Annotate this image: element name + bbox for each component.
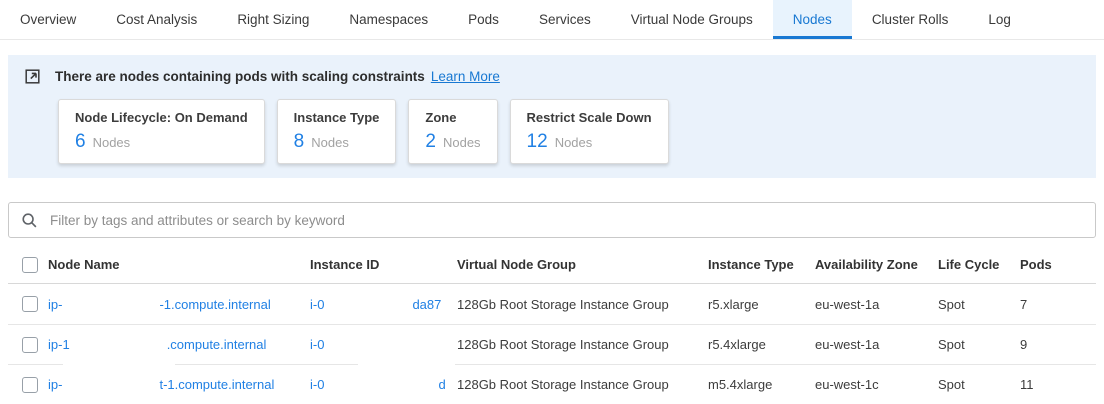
column-header-instance-id[interactable]: Instance ID bbox=[310, 257, 457, 272]
row-checkbox[interactable] bbox=[22, 337, 38, 353]
card-count: 6 bbox=[75, 131, 86, 152]
column-header-availability-zone[interactable]: Availability Zone bbox=[815, 257, 938, 272]
constraint-card-node-lifecycle[interactable]: Node Lifecycle: On Demand 6 Nodes bbox=[58, 99, 265, 164]
column-header-virtual-node-group[interactable]: Virtual Node Group bbox=[457, 257, 708, 272]
node-name-suffix: .compute.internal bbox=[167, 337, 267, 352]
card-unit: Nodes bbox=[93, 132, 131, 153]
column-header-life-cycle[interactable]: Life Cycle bbox=[938, 257, 1020, 272]
node-name-link[interactable]: ip-t-1.compute.internal bbox=[48, 377, 274, 392]
search-icon bbox=[21, 212, 38, 229]
redaction-box bbox=[70, 339, 167, 349]
tab-overview[interactable]: Overview bbox=[0, 0, 96, 39]
constraint-cards: Node Lifecycle: On Demand 6 Nodes Instan… bbox=[58, 99, 1080, 164]
learn-more-link[interactable]: Learn More bbox=[431, 69, 500, 84]
table-header: Node Name Instance ID Virtual Node Group… bbox=[8, 246, 1096, 284]
node-name-prefix: ip- bbox=[48, 377, 62, 392]
instance-id-prefix: i-0 bbox=[310, 297, 324, 312]
card-title: Node Lifecycle: On Demand bbox=[75, 110, 248, 125]
row-checkbox[interactable] bbox=[22, 377, 38, 393]
tab-namespaces[interactable]: Namespaces bbox=[329, 0, 448, 39]
node-name-link[interactable]: ip-1 .compute.internal bbox=[48, 337, 266, 352]
scale-up-icon bbox=[24, 67, 42, 85]
tab-cost-analysis[interactable]: Cost Analysis bbox=[96, 0, 217, 39]
filter-bar bbox=[8, 202, 1096, 238]
instance-id-prefix: i-0 bbox=[310, 337, 324, 352]
column-header-pods[interactable]: Pods bbox=[1020, 257, 1096, 272]
node-name-link[interactable]: ip- -1.compute.internal bbox=[48, 297, 271, 312]
virtual-node-group-cell: 128Gb Root Storage Instance Group bbox=[457, 377, 708, 392]
availability-zone-cell: eu-west-1a bbox=[815, 337, 938, 352]
instance-id-suffix: d bbox=[438, 377, 445, 392]
node-name-prefix: ip-1 bbox=[48, 337, 70, 352]
tab-right-sizing[interactable]: Right Sizing bbox=[217, 0, 329, 39]
redaction-box bbox=[62, 299, 159, 309]
pods-cell: 11 bbox=[1020, 377, 1096, 392]
redaction-box bbox=[63, 363, 175, 366]
instance-type-cell: r5.xlarge bbox=[708, 297, 815, 312]
instance-id-link[interactable]: i-0 da87 bbox=[310, 297, 441, 312]
instance-id-link[interactable]: i-0 bbox=[310, 337, 434, 352]
instance-id-link[interactable]: i-0 d bbox=[310, 377, 446, 392]
scaling-constraints-banner: There are nodes containing pods with sca… bbox=[8, 55, 1096, 178]
tab-cluster-rolls[interactable]: Cluster Rolls bbox=[852, 0, 969, 39]
virtual-node-group-cell: 128Gb Root Storage Instance Group bbox=[457, 337, 708, 352]
card-unit: Nodes bbox=[443, 132, 481, 153]
card-unit: Nodes bbox=[555, 132, 593, 153]
redaction-box bbox=[358, 363, 455, 366]
tab-nodes[interactable]: Nodes bbox=[773, 0, 852, 39]
select-all-checkbox[interactable] bbox=[22, 257, 38, 273]
card-unit: Nodes bbox=[311, 132, 349, 153]
card-count: 2 bbox=[425, 131, 436, 152]
life-cycle-cell: Spot bbox=[938, 377, 1020, 392]
banner-message: There are nodes containing pods with sca… bbox=[55, 69, 425, 84]
card-count: 12 bbox=[527, 131, 548, 152]
card-title: Instance Type bbox=[294, 110, 380, 125]
card-title: Zone bbox=[425, 110, 480, 125]
row-checkbox[interactable] bbox=[22, 296, 38, 312]
constraint-card-zone[interactable]: Zone 2 Nodes bbox=[408, 99, 497, 164]
search-input[interactable] bbox=[48, 212, 1083, 229]
card-title: Restrict Scale Down bbox=[527, 110, 652, 125]
tab-services[interactable]: Services bbox=[519, 0, 611, 39]
instance-id-suffix: da87 bbox=[412, 297, 441, 312]
column-header-instance-type[interactable]: Instance Type bbox=[708, 257, 815, 272]
node-name-prefix: ip- bbox=[48, 297, 62, 312]
nodes-table: Node Name Instance ID Virtual Node Group… bbox=[8, 246, 1096, 404]
tab-log[interactable]: Log bbox=[968, 0, 1031, 39]
constraint-card-instance-type[interactable]: Instance Type 8 Nodes bbox=[277, 99, 397, 164]
table-row: ip- -1.compute.internal i-0 da87 128Gb Roo… bbox=[8, 284, 1096, 324]
instance-type-cell: r5.4xlarge bbox=[708, 337, 815, 352]
instance-type-cell: m5.4xlarge bbox=[708, 377, 815, 392]
redaction-box bbox=[62, 379, 159, 389]
availability-zone-cell: eu-west-1c bbox=[815, 377, 938, 392]
instance-id-prefix: i-0 bbox=[310, 377, 324, 392]
tab-virtual-node-groups[interactable]: Virtual Node Groups bbox=[611, 0, 773, 39]
constraint-card-restrict-scale-down[interactable]: Restrict Scale Down 12 Nodes bbox=[510, 99, 669, 164]
tab-pods[interactable]: Pods bbox=[448, 0, 519, 39]
life-cycle-cell: Spot bbox=[938, 337, 1020, 352]
redaction-box bbox=[324, 339, 434, 349]
life-cycle-cell: Spot bbox=[938, 297, 1020, 312]
redaction-box bbox=[324, 299, 412, 309]
node-name-suffix: -1.compute.internal bbox=[159, 297, 270, 312]
pods-cell: 9 bbox=[1020, 337, 1096, 352]
tab-bar: Overview Cost Analysis Right Sizing Name… bbox=[0, 0, 1104, 40]
virtual-node-group-cell: 128Gb Root Storage Instance Group bbox=[457, 297, 708, 312]
availability-zone-cell: eu-west-1a bbox=[815, 297, 938, 312]
redaction-box bbox=[324, 379, 438, 389]
table-row: ip-t-1.compute.internal i-0 d 128Gb Root … bbox=[8, 364, 1096, 404]
table-row: ip-1 .compute.internal i-0 128Gb Root Sto… bbox=[8, 324, 1096, 364]
card-count: 8 bbox=[294, 131, 305, 152]
node-name-suffix: t-1.compute.internal bbox=[159, 377, 274, 392]
column-header-node-name[interactable]: Node Name bbox=[48, 257, 310, 272]
pods-cell: 7 bbox=[1020, 297, 1096, 312]
